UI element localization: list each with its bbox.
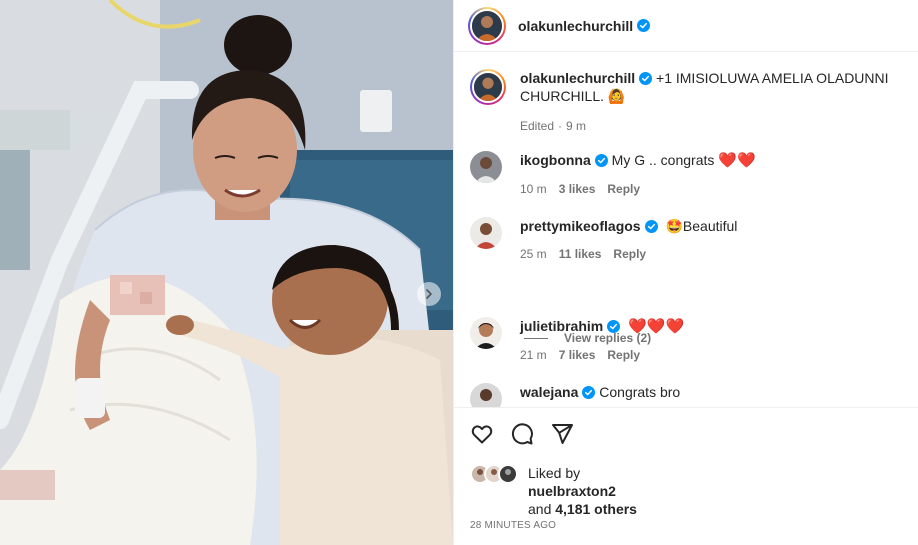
comment-row: julietibrahim ❤️❤️❤️ 21 m 7 likes Reply bbox=[470, 317, 902, 364]
verified-badge-icon bbox=[639, 72, 653, 85]
caption-row: olakunlechurchill +1 IMISIOLUWA AMELIA O… bbox=[470, 69, 902, 135]
profile-photo-icon bbox=[470, 151, 502, 183]
author-username[interactable]: olakunlechurchill bbox=[518, 18, 633, 34]
reply-button[interactable]: Reply bbox=[607, 346, 640, 364]
comment-likes[interactable]: 3 likes bbox=[559, 180, 596, 198]
caption-avatar[interactable] bbox=[470, 69, 506, 105]
action-icons bbox=[470, 422, 574, 446]
commenter-username[interactable]: ikogbonna bbox=[520, 152, 591, 168]
profile-photo-icon bbox=[470, 217, 502, 249]
edited-label: Edited bbox=[520, 119, 555, 133]
commenter-avatar[interactable] bbox=[470, 317, 502, 349]
verified-badge-icon bbox=[607, 320, 621, 333]
caption-username[interactable]: olakunlechurchill bbox=[520, 70, 635, 86]
heart-emoji: ❤️❤️❤️ bbox=[628, 318, 685, 335]
verified-badge-icon bbox=[594, 154, 608, 167]
hospital-photo-illustration bbox=[0, 0, 453, 545]
post-timestamp[interactable]: 28 MINUTES AGO bbox=[470, 520, 556, 531]
liker-avatar bbox=[498, 464, 518, 484]
carousel-next-button[interactable] bbox=[417, 282, 441, 306]
comment-likes[interactable]: 7 likes bbox=[559, 346, 596, 364]
liked-by-user[interactable]: nuelbraxton2 bbox=[528, 483, 616, 499]
commenter-username[interactable]: julietibrahim bbox=[520, 318, 603, 334]
comment-icon[interactable] bbox=[510, 422, 534, 446]
post-side-panel: olakunlechurchill olakunlechurchill +1 I… bbox=[453, 0, 918, 545]
comment-time: 25 m bbox=[520, 247, 547, 261]
author-avatar[interactable] bbox=[468, 6, 506, 45]
comment-row: ikogbonna My G .. congrats ❤️❤️ 10 m 3 l… bbox=[470, 151, 902, 198]
edited-separator: · bbox=[558, 119, 563, 133]
profile-photo-icon bbox=[472, 10, 502, 41]
commenter-username[interactable]: walejana bbox=[520, 384, 578, 400]
verified-badge-icon bbox=[582, 386, 596, 399]
liker-avatars[interactable] bbox=[470, 464, 524, 484]
comment-row: prettymikeoflagos 🤩Beautiful 25 m 11 lik… bbox=[470, 217, 902, 263]
comment-likes[interactable]: 11 likes bbox=[559, 245, 602, 263]
profile-photo-icon bbox=[500, 466, 516, 482]
star-struck-emoji: 🤩 bbox=[665, 218, 683, 234]
verified-badge-icon bbox=[637, 19, 651, 32]
verified-badge-icon bbox=[644, 220, 658, 233]
commenter-avatar[interactable] bbox=[470, 217, 502, 249]
profile-photo-icon bbox=[474, 73, 502, 101]
comment-text: Congrats bro bbox=[599, 384, 681, 400]
and-label: and bbox=[528, 501, 552, 517]
heart-icon[interactable] bbox=[470, 422, 494, 446]
heart-emoji: ❤️❤️ bbox=[718, 152, 756, 169]
comment-text: My G .. congrats bbox=[611, 152, 715, 168]
share-icon[interactable] bbox=[550, 422, 574, 446]
comments-list[interactable]: olakunlechurchill +1 IMISIOLUWA AMELIA O… bbox=[454, 53, 918, 407]
liked-by-label: Liked by bbox=[528, 465, 581, 481]
likes-summary: Liked by nuelbraxton2 and 4,181 others bbox=[470, 464, 637, 518]
commenter-avatar[interactable] bbox=[470, 383, 502, 407]
reply-button[interactable]: Reply bbox=[613, 245, 646, 263]
post-photo bbox=[0, 0, 453, 545]
post-actions-section: Liked by nuelbraxton2 and 4,181 others 2… bbox=[454, 407, 918, 545]
profile-photo-icon bbox=[470, 317, 502, 349]
post-header: olakunlechurchill bbox=[454, 0, 918, 52]
reply-button[interactable]: Reply bbox=[607, 180, 640, 198]
comment-row: walejana Congrats bro bbox=[470, 383, 902, 407]
comment-time: 10 m bbox=[520, 182, 547, 196]
commenter-avatar[interactable] bbox=[470, 151, 502, 183]
carousel-next-icon bbox=[426, 289, 432, 299]
comment-text: Beautiful bbox=[682, 218, 738, 234]
commenter-username[interactable]: prettymikeoflagos bbox=[520, 218, 641, 234]
profile-photo-icon bbox=[470, 383, 502, 407]
comment-time: 21 m bbox=[520, 348, 547, 362]
likes-others-count[interactable]: 4,181 others bbox=[555, 501, 637, 517]
edited-time: 9 m bbox=[566, 119, 587, 133]
